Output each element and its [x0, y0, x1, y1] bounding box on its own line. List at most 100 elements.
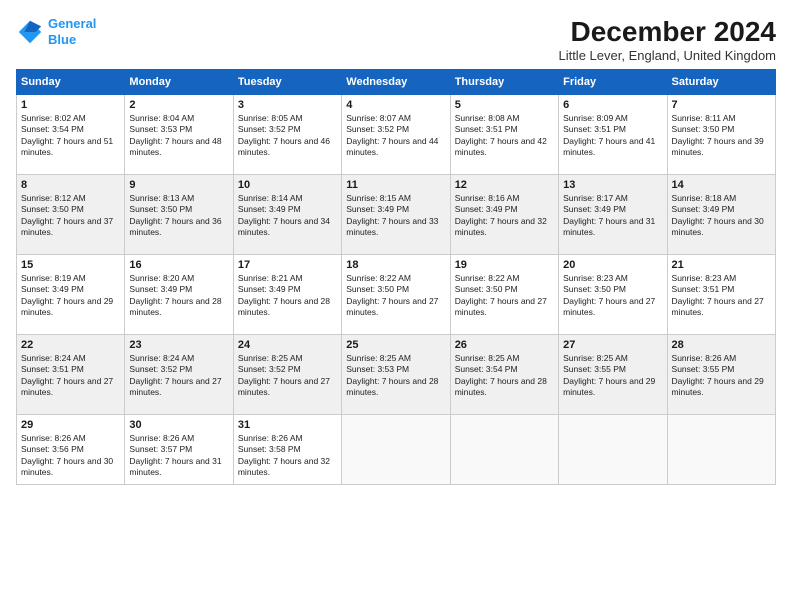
table-row: 5 Sunrise: 8:08 AM Sunset: 3:51 PM Dayli…	[450, 95, 558, 175]
day-number: 15	[21, 259, 120, 271]
header-monday: Monday	[125, 70, 233, 95]
day-number: 9	[129, 179, 228, 191]
header-tuesday: Tuesday	[233, 70, 341, 95]
table-row: 24 Sunrise: 8:25 AM Sunset: 3:52 PM Dayl…	[233, 335, 341, 415]
day-detail: Sunrise: 8:25 AM Sunset: 3:54 PM Dayligh…	[455, 353, 554, 399]
day-detail: Sunrise: 8:14 AM Sunset: 3:49 PM Dayligh…	[238, 193, 337, 239]
table-row: 27 Sunrise: 8:25 AM Sunset: 3:55 PM Dayl…	[559, 335, 667, 415]
table-row: 7 Sunrise: 8:11 AM Sunset: 3:50 PM Dayli…	[667, 95, 775, 175]
day-detail: Sunrise: 8:26 AM Sunset: 3:56 PM Dayligh…	[21, 433, 120, 479]
day-number: 1	[21, 99, 120, 111]
day-number: 5	[455, 99, 554, 111]
day-detail: Sunrise: 8:08 AM Sunset: 3:51 PM Dayligh…	[455, 113, 554, 159]
day-detail: Sunrise: 8:26 AM Sunset: 3:58 PM Dayligh…	[238, 433, 337, 479]
table-row: 1 Sunrise: 8:02 AM Sunset: 3:54 PM Dayli…	[17, 95, 125, 175]
table-row: 8 Sunrise: 8:12 AM Sunset: 3:50 PM Dayli…	[17, 175, 125, 255]
table-row: 25 Sunrise: 8:25 AM Sunset: 3:53 PM Dayl…	[342, 335, 450, 415]
header-sunday: Sunday	[17, 70, 125, 95]
day-detail: Sunrise: 8:24 AM Sunset: 3:52 PM Dayligh…	[129, 353, 228, 399]
day-number: 8	[21, 179, 120, 191]
day-number: 27	[563, 339, 662, 351]
day-detail: Sunrise: 8:26 AM Sunset: 3:55 PM Dayligh…	[672, 353, 771, 399]
day-detail: Sunrise: 8:23 AM Sunset: 3:50 PM Dayligh…	[563, 273, 662, 319]
day-number: 13	[563, 179, 662, 191]
logo: General Blue	[16, 16, 96, 47]
table-row: 23 Sunrise: 8:24 AM Sunset: 3:52 PM Dayl…	[125, 335, 233, 415]
table-row: 20 Sunrise: 8:23 AM Sunset: 3:50 PM Dayl…	[559, 255, 667, 335]
table-row: 14 Sunrise: 8:18 AM Sunset: 3:49 PM Dayl…	[667, 175, 775, 255]
header-saturday: Saturday	[667, 70, 775, 95]
header-wednesday: Wednesday	[342, 70, 450, 95]
table-row: 10 Sunrise: 8:14 AM Sunset: 3:49 PM Dayl…	[233, 175, 341, 255]
table-row: 11 Sunrise: 8:15 AM Sunset: 3:49 PM Dayl…	[342, 175, 450, 255]
day-detail: Sunrise: 8:21 AM Sunset: 3:49 PM Dayligh…	[238, 273, 337, 319]
day-detail: Sunrise: 8:05 AM Sunset: 3:52 PM Dayligh…	[238, 113, 337, 159]
day-number: 30	[129, 419, 228, 431]
logo-icon	[16, 18, 44, 46]
day-number: 12	[455, 179, 554, 191]
table-row: 22 Sunrise: 8:24 AM Sunset: 3:51 PM Dayl…	[17, 335, 125, 415]
day-detail: Sunrise: 8:25 AM Sunset: 3:52 PM Dayligh…	[238, 353, 337, 399]
day-number: 18	[346, 259, 445, 271]
day-detail: Sunrise: 8:22 AM Sunset: 3:50 PM Dayligh…	[346, 273, 445, 319]
day-detail: Sunrise: 8:16 AM Sunset: 3:49 PM Dayligh…	[455, 193, 554, 239]
table-row: 19 Sunrise: 8:22 AM Sunset: 3:50 PM Dayl…	[450, 255, 558, 335]
day-detail: Sunrise: 8:02 AM Sunset: 3:54 PM Dayligh…	[21, 113, 120, 159]
day-number: 31	[238, 419, 337, 431]
table-row: 3 Sunrise: 8:05 AM Sunset: 3:52 PM Dayli…	[233, 95, 341, 175]
day-number: 3	[238, 99, 337, 111]
day-detail: Sunrise: 8:12 AM Sunset: 3:50 PM Dayligh…	[21, 193, 120, 239]
table-row: 26 Sunrise: 8:25 AM Sunset: 3:54 PM Dayl…	[450, 335, 558, 415]
weekday-header-row: Sunday Monday Tuesday Wednesday Thursday…	[17, 70, 776, 95]
table-row: 18 Sunrise: 8:22 AM Sunset: 3:50 PM Dayl…	[342, 255, 450, 335]
day-number: 28	[672, 339, 771, 351]
day-detail: Sunrise: 8:19 AM Sunset: 3:49 PM Dayligh…	[21, 273, 120, 319]
day-detail: Sunrise: 8:15 AM Sunset: 3:49 PM Dayligh…	[346, 193, 445, 239]
table-row: 6 Sunrise: 8:09 AM Sunset: 3:51 PM Dayli…	[559, 95, 667, 175]
location: Little Lever, England, United Kingdom	[558, 48, 776, 63]
month-title: December 2024	[558, 16, 776, 48]
day-number: 19	[455, 259, 554, 271]
day-detail: Sunrise: 8:04 AM Sunset: 3:53 PM Dayligh…	[129, 113, 228, 159]
day-number: 10	[238, 179, 337, 191]
table-row	[342, 415, 450, 485]
table-row: 4 Sunrise: 8:07 AM Sunset: 3:52 PM Dayli…	[342, 95, 450, 175]
header: General Blue December 2024 Little Lever,…	[16, 16, 776, 63]
table-row: 2 Sunrise: 8:04 AM Sunset: 3:53 PM Dayli…	[125, 95, 233, 175]
table-row: 16 Sunrise: 8:20 AM Sunset: 3:49 PM Dayl…	[125, 255, 233, 335]
title-block: December 2024 Little Lever, England, Uni…	[558, 16, 776, 63]
day-number: 7	[672, 99, 771, 111]
table-row: 29 Sunrise: 8:26 AM Sunset: 3:56 PM Dayl…	[17, 415, 125, 485]
table-row: 21 Sunrise: 8:23 AM Sunset: 3:51 PM Dayl…	[667, 255, 775, 335]
calendar: Sunday Monday Tuesday Wednesday Thursday…	[16, 69, 776, 485]
day-number: 24	[238, 339, 337, 351]
table-row: 9 Sunrise: 8:13 AM Sunset: 3:50 PM Dayli…	[125, 175, 233, 255]
day-detail: Sunrise: 8:26 AM Sunset: 3:57 PM Dayligh…	[129, 433, 228, 479]
day-number: 26	[455, 339, 554, 351]
day-detail: Sunrise: 8:17 AM Sunset: 3:49 PM Dayligh…	[563, 193, 662, 239]
day-number: 21	[672, 259, 771, 271]
table-row	[667, 415, 775, 485]
day-number: 6	[563, 99, 662, 111]
day-number: 4	[346, 99, 445, 111]
logo-line1: General	[48, 16, 96, 31]
table-row	[450, 415, 558, 485]
day-detail: Sunrise: 8:24 AM Sunset: 3:51 PM Dayligh…	[21, 353, 120, 399]
table-row: 30 Sunrise: 8:26 AM Sunset: 3:57 PM Dayl…	[125, 415, 233, 485]
day-number: 2	[129, 99, 228, 111]
day-detail: Sunrise: 8:18 AM Sunset: 3:49 PM Dayligh…	[672, 193, 771, 239]
logo-text: General Blue	[48, 16, 96, 47]
day-detail: Sunrise: 8:23 AM Sunset: 3:51 PM Dayligh…	[672, 273, 771, 319]
day-number: 16	[129, 259, 228, 271]
table-row: 12 Sunrise: 8:16 AM Sunset: 3:49 PM Dayl…	[450, 175, 558, 255]
table-row: 13 Sunrise: 8:17 AM Sunset: 3:49 PM Dayl…	[559, 175, 667, 255]
logo-line2: Blue	[48, 32, 76, 47]
day-number: 25	[346, 339, 445, 351]
day-detail: Sunrise: 8:22 AM Sunset: 3:50 PM Dayligh…	[455, 273, 554, 319]
table-row: 15 Sunrise: 8:19 AM Sunset: 3:49 PM Dayl…	[17, 255, 125, 335]
day-detail: Sunrise: 8:09 AM Sunset: 3:51 PM Dayligh…	[563, 113, 662, 159]
header-thursday: Thursday	[450, 70, 558, 95]
day-detail: Sunrise: 8:20 AM Sunset: 3:49 PM Dayligh…	[129, 273, 228, 319]
table-row	[559, 415, 667, 485]
day-number: 11	[346, 179, 445, 191]
